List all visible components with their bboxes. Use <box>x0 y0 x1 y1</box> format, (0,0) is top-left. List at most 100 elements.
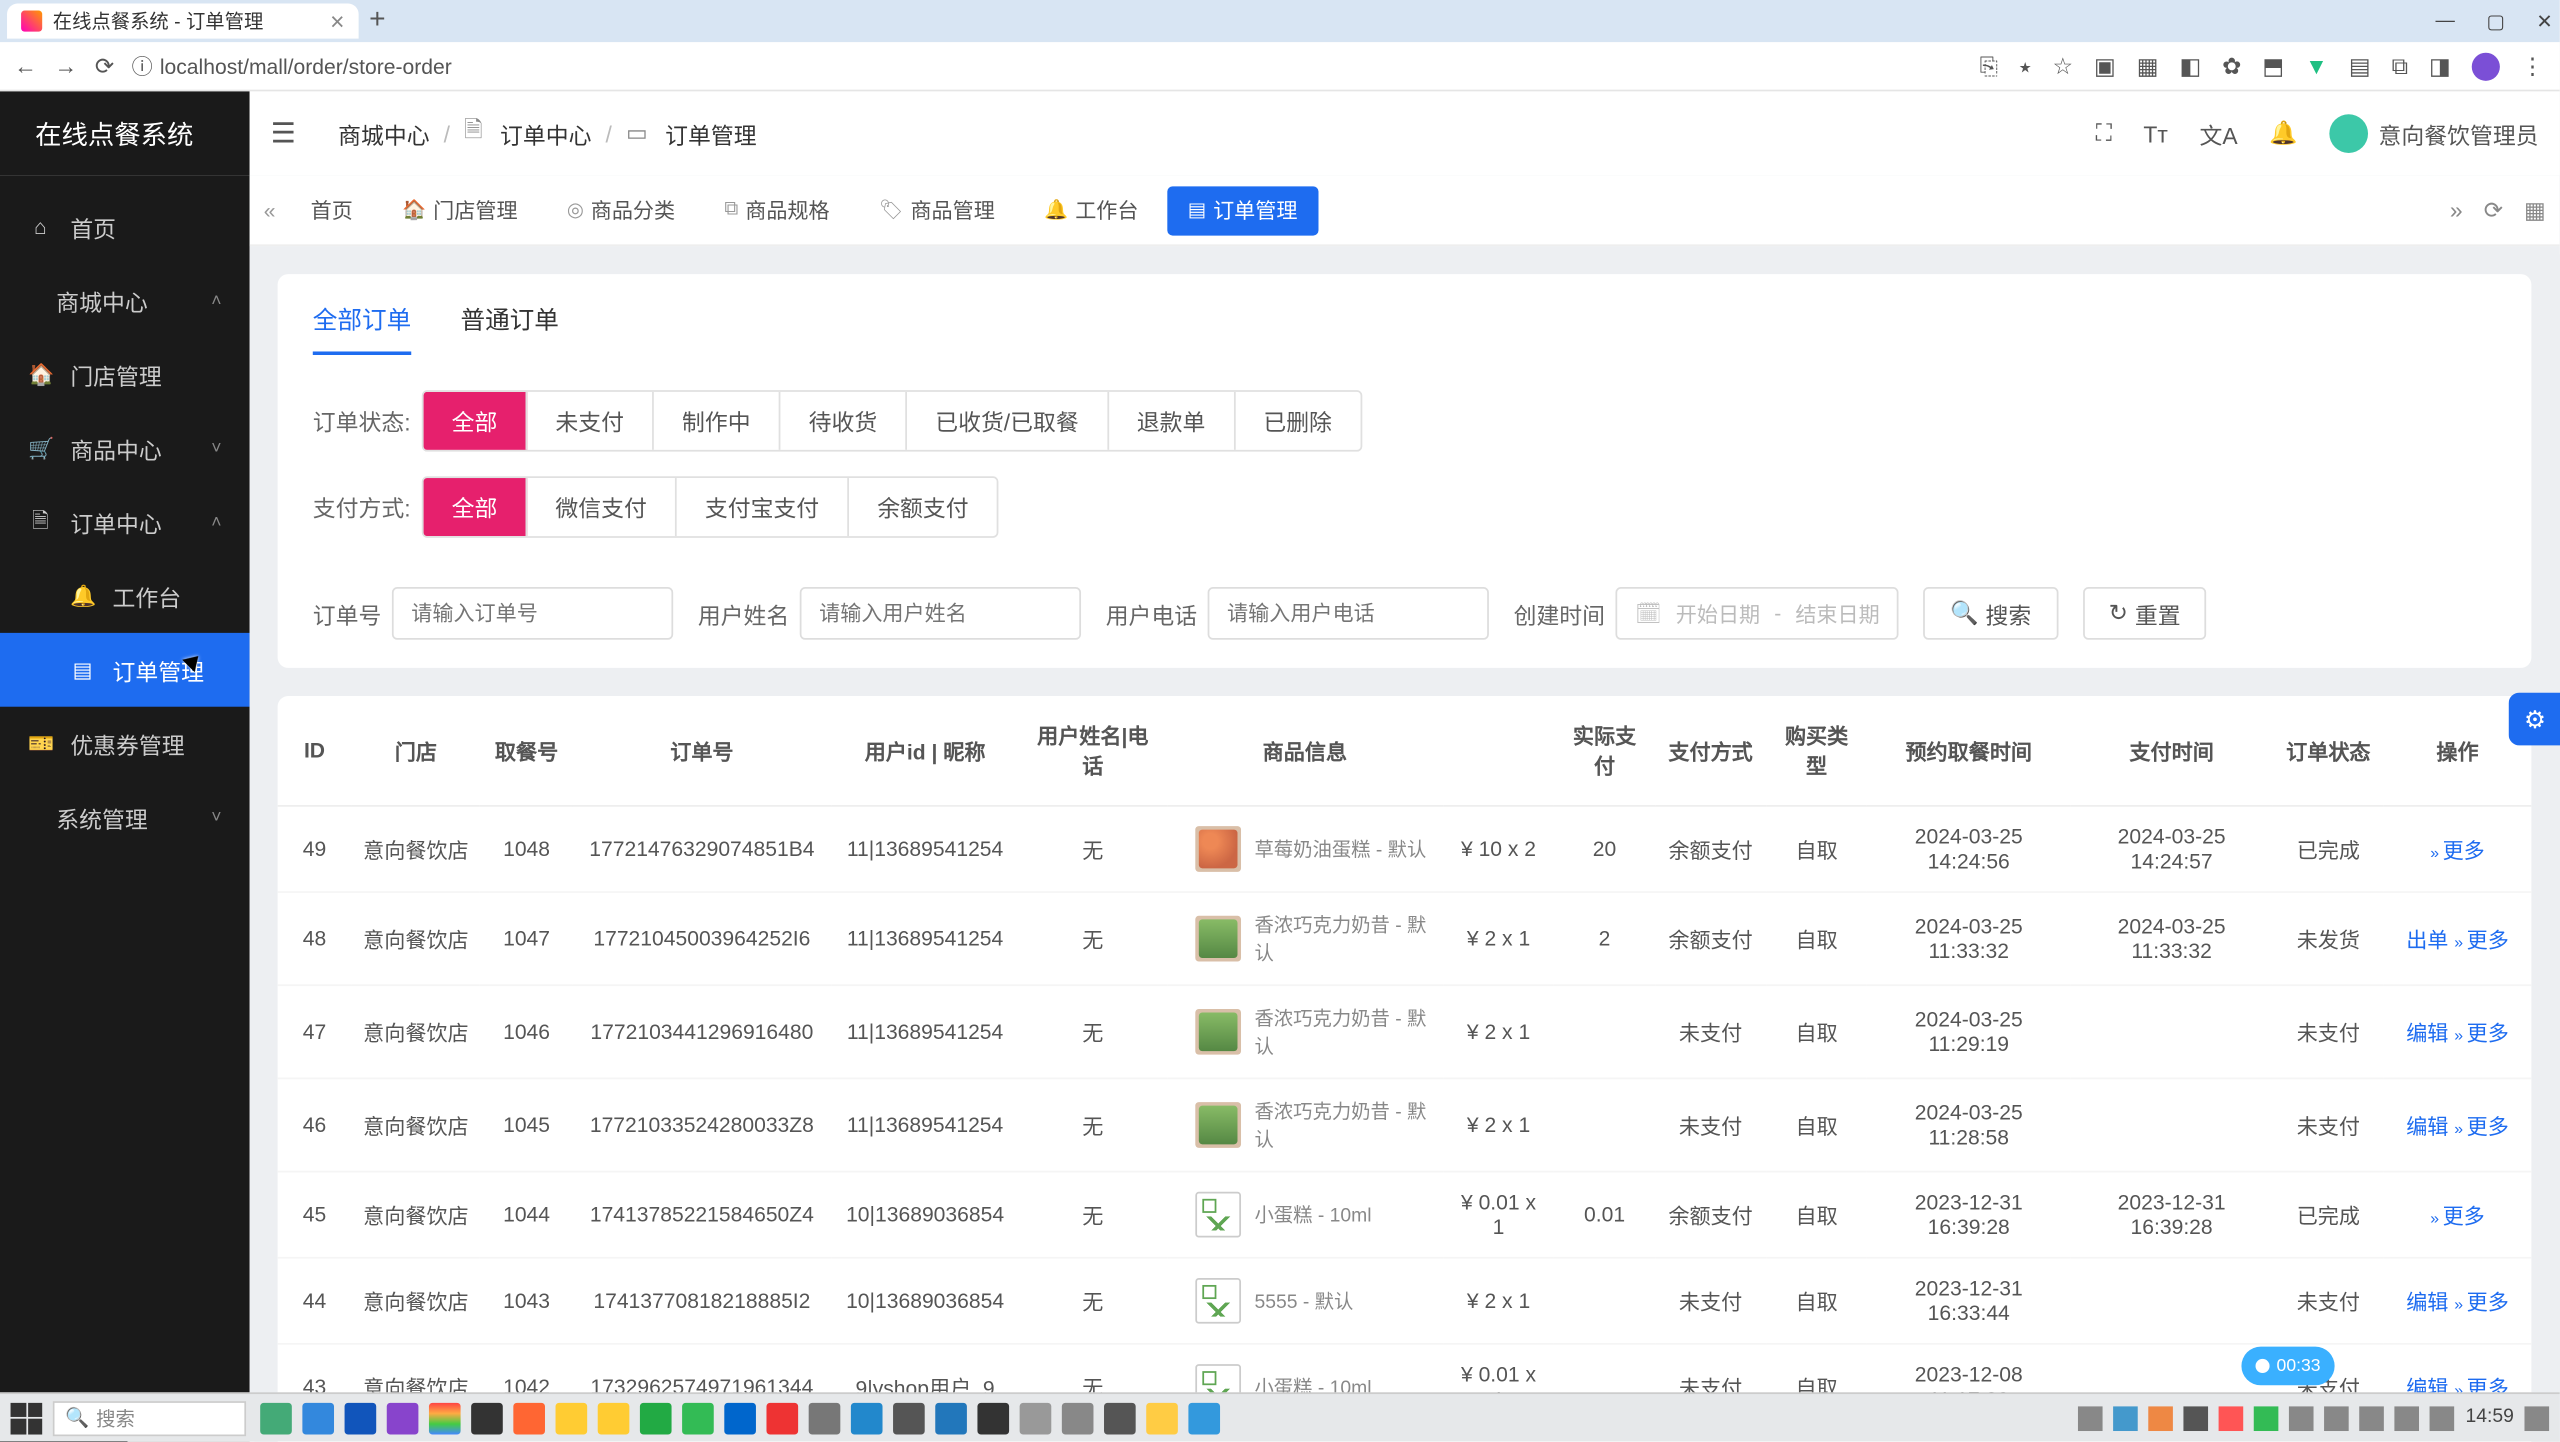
table-row[interactable]: 45意向餐饮店104417413785221584650Z410|1368903… <box>278 1172 2532 1258</box>
back-icon[interactable]: ← <box>14 53 37 79</box>
ext-icon[interactable]: ▣ <box>2094 52 2116 80</box>
more-link[interactable]: »更多 <box>2454 1114 2509 1139</box>
app-icon[interactable] <box>1062 1402 1094 1434</box>
table-row[interactable]: 48意向餐饮店104717721045003964252I611|1368954… <box>278 892 2532 985</box>
page-tab-spec[interactable]: ⧉商品规格 <box>703 185 850 234</box>
tabs-expand-icon[interactable]: » <box>2450 196 2463 224</box>
grid-icon[interactable]: ▦ <box>2524 196 2546 224</box>
ext-icon[interactable]: ⎘ <box>1980 52 1998 80</box>
tabs-collapse-icon[interactable]: « <box>264 198 276 223</box>
app-icon[interactable] <box>724 1402 756 1434</box>
app-icon[interactable] <box>345 1402 377 1434</box>
tray-icon[interactable] <box>2255 1406 2280 1431</box>
order-no-input[interactable] <box>392 587 673 640</box>
volume-icon[interactable] <box>2430 1406 2455 1431</box>
ext-icon[interactable]: ⬒ <box>2262 52 2284 80</box>
forward-icon[interactable]: → <box>54 53 77 79</box>
font-size-icon[interactable]: Tᴛ <box>2143 120 2167 146</box>
more-link[interactable]: »更多 <box>2454 927 2509 952</box>
terminal-icon[interactable] <box>977 1402 1009 1434</box>
app-icon[interactable] <box>1146 1402 1178 1434</box>
payment-option[interactable]: 支付宝支付 <box>677 478 849 536</box>
status-option[interactable]: 已删除 <box>1235 392 1360 450</box>
action-link[interactable]: 编辑 <box>2406 1114 2448 1139</box>
tray-icon[interactable] <box>2184 1406 2209 1431</box>
user-phone-input[interactable] <box>1208 587 1489 640</box>
tray-icon[interactable] <box>2149 1406 2174 1431</box>
payment-option[interactable]: 全部 <box>424 478 528 536</box>
app-icon[interactable] <box>766 1402 798 1434</box>
sidebar-item-mall[interactable]: 商城中心˄ <box>0 264 250 338</box>
payment-option[interactable]: 余额支付 <box>849 478 997 536</box>
ext-icon[interactable]: ▦ <box>2137 52 2159 80</box>
close-window-icon[interactable]: ✕ <box>2536 10 2552 33</box>
app-icon[interactable] <box>1020 1402 1052 1434</box>
minimize-icon[interactable]: — <box>2435 10 2454 33</box>
status-option[interactable]: 制作中 <box>654 392 781 450</box>
tray-icon[interactable] <box>2219 1406 2244 1431</box>
user-menu[interactable]: 意向餐饮管理员 <box>2329 114 2538 153</box>
search-button[interactable]: 🔍搜索 <box>1924 587 2058 640</box>
new-tab-button[interactable]: + <box>369 5 385 37</box>
ext-icon[interactable]: ▼ <box>2305 53 2328 79</box>
date-range-picker[interactable]: 🗓 开始日期 - 结束日期 <box>1616 587 1900 640</box>
sidebar-item-order-mgmt[interactable]: ▤订单管理 <box>0 633 250 707</box>
status-option[interactable]: 全部 <box>424 392 528 450</box>
more-link[interactable]: »更多 <box>2454 1289 2509 1314</box>
table-row[interactable]: 49意向餐饮店104817721476329074851B411|1368954… <box>278 806 2532 892</box>
recording-badge[interactable]: 00:33 <box>2241 1347 2334 1386</box>
extensions-icon[interactable]: ⧉ <box>2392 52 2408 80</box>
translate-icon[interactable]: ⭑ <box>2019 52 2031 80</box>
wechat-icon[interactable] <box>682 1402 714 1434</box>
table-row[interactable]: 44意向餐饮店104317413770818218885I210|1368903… <box>278 1258 2532 1344</box>
app-icon[interactable] <box>935 1402 967 1434</box>
status-option[interactable]: 未支付 <box>527 392 654 450</box>
sidebar-item-home[interactable]: ⌂首页 <box>0 190 250 264</box>
page-tab-order[interactable]: ▤订单管理 <box>1167 185 1319 234</box>
settings-float-button[interactable]: ⚙ <box>2509 693 2560 746</box>
more-link[interactable]: »更多 <box>2454 1021 2509 1046</box>
folder-icon[interactable] <box>598 1402 630 1434</box>
order-tab-normal[interactable]: 普通订单 <box>461 302 559 355</box>
url-field[interactable]: ⓘ localhost/mall/order/store-order <box>132 51 452 81</box>
ext-icon[interactable]: ◧ <box>2179 52 2201 80</box>
tab-close-icon[interactable]: × <box>330 7 344 35</box>
sidebar-item-workbench[interactable]: 🔔工作台 <box>0 559 250 633</box>
page-tab-wb[interactable]: 🔔工作台 <box>1023 185 1160 234</box>
user-name-input[interactable] <box>800 587 1081 640</box>
sidebar-item-coupon[interactable]: 🎫优惠券管理 <box>0 707 250 781</box>
breadcrumb-item[interactable]: 商城中心 <box>338 117 429 150</box>
notification-icon[interactable] <box>2524 1406 2549 1431</box>
bookmark-icon[interactable]: ☆ <box>2052 52 2072 80</box>
start-button[interactable] <box>11 1402 43 1434</box>
clock[interactable]: 14:59 <box>2466 1406 2514 1431</box>
sidebar-item-order-center[interactable]: 🗎订单中心˄ <box>0 485 250 559</box>
action-link[interactable]: 出单 <box>2406 927 2448 952</box>
app-icon[interactable] <box>387 1402 419 1434</box>
browser-tab[interactable]: 在线点餐系统 - 订单管理 × <box>7 4 359 39</box>
menu-icon[interactable]: ⋮ <box>2521 52 2546 80</box>
tray-icon[interactable] <box>2114 1406 2139 1431</box>
sidebar-item-system[interactable]: 系统管理˅ <box>0 781 250 855</box>
page-tab-home[interactable]: 首页 <box>290 185 374 234</box>
status-option[interactable]: 已收货/已取餐 <box>907 392 1109 450</box>
sidebar-item-store[interactable]: 🏠门店管理 <box>0 338 250 412</box>
table-row[interactable]: 46意向餐饮店104517721033524280033Z811|1368954… <box>278 1079 2532 1172</box>
maximize-icon[interactable]: ▢ <box>2486 10 2504 33</box>
app-icon[interactable] <box>851 1402 883 1434</box>
sidebar-toggle-icon[interactable]: ☰ <box>271 116 296 151</box>
page-tab-prod[interactable]: 🏷商品管理 <box>858 185 1016 234</box>
os-search-input[interactable]: 🔍搜索 <box>53 1400 246 1435</box>
tray-icon[interactable] <box>2290 1406 2315 1431</box>
page-tab-store[interactable]: 🏠门店管理 <box>381 185 539 234</box>
ext-icon[interactable]: ▤ <box>2349 52 2371 80</box>
app-icon[interactable] <box>513 1402 545 1434</box>
reload-icon[interactable]: ⟳ <box>95 52 114 80</box>
status-option[interactable]: 退款单 <box>1109 392 1236 450</box>
app-icon[interactable] <box>893 1402 925 1434</box>
folder-icon[interactable] <box>556 1402 588 1434</box>
status-option[interactable]: 待收货 <box>781 392 908 450</box>
app-icon[interactable] <box>260 1402 292 1434</box>
action-link[interactable]: 编辑 <box>2406 1289 2448 1314</box>
table-row[interactable]: 47意向餐饮店1046177210344129691648011|1368954… <box>278 985 2532 1078</box>
